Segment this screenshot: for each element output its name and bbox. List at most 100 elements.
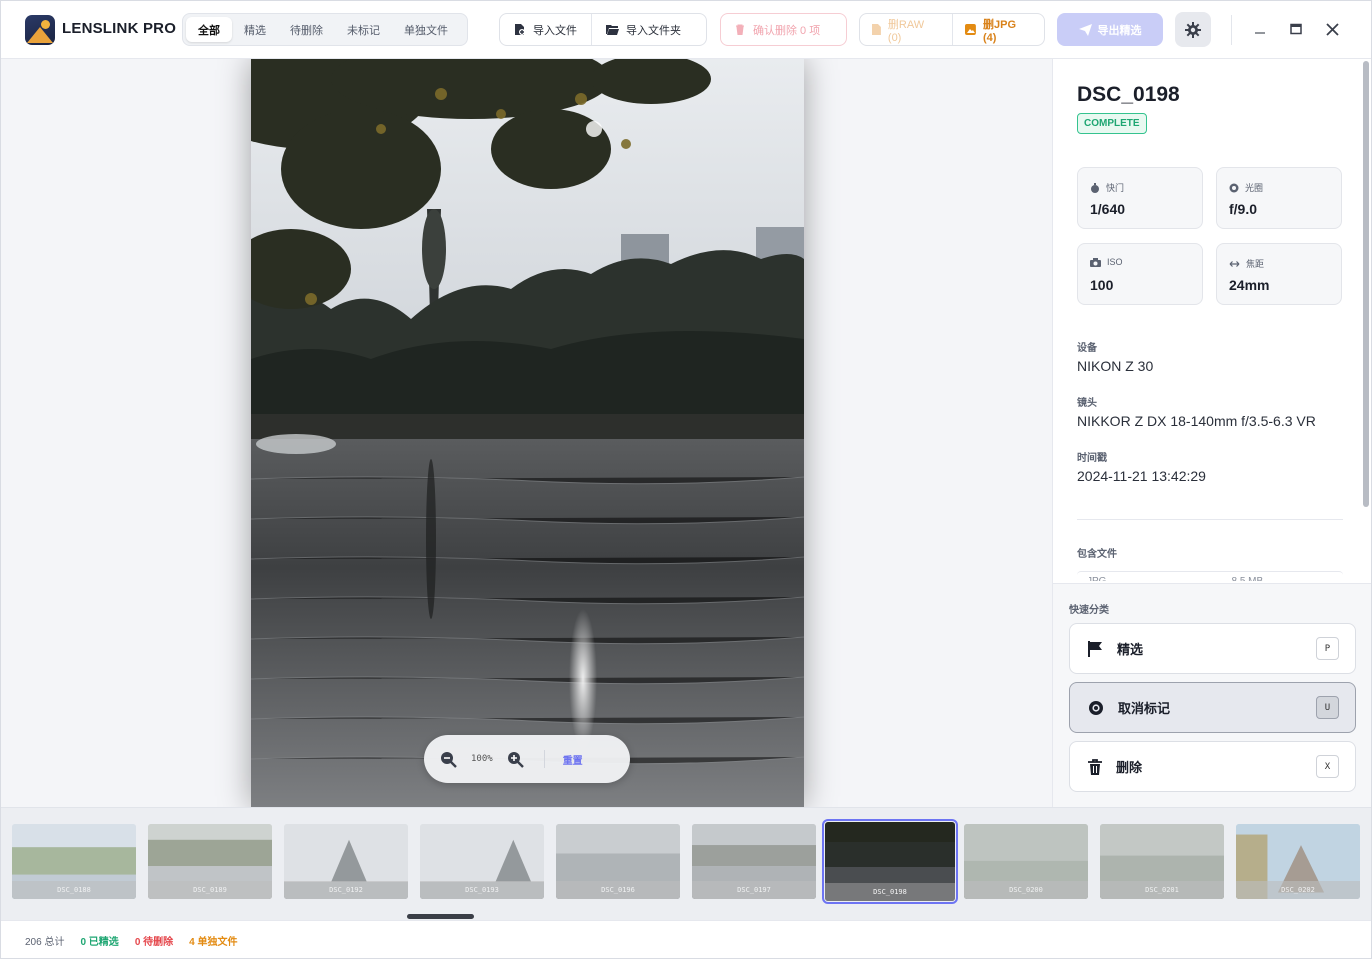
filter-tab-all[interactable]: 全部	[186, 17, 232, 42]
quick-classify: 快速分类 精选 P 取消标记 U 删除 X	[1053, 583, 1371, 807]
thumbnail[interactable]: DSC_0201	[1100, 824, 1224, 899]
iso-value: 100	[1090, 277, 1114, 293]
thumbnail-image	[148, 824, 272, 899]
thumbnail-image	[556, 824, 680, 899]
shutter-label: 快门	[1106, 183, 1125, 193]
status-bar: 206 总计 0 已精选 0 待删除 4 单独文件	[1, 920, 1371, 958]
files-label: 包含文件	[1077, 549, 1117, 560]
raw-file-icon	[872, 24, 881, 35]
filter-tab-picked[interactable]: 精选	[232, 17, 278, 42]
import-group: 导入文件 导入文件夹	[499, 13, 707, 46]
thumbnail[interactable]: DSC_0192	[284, 824, 408, 899]
thumbnail-image	[692, 824, 816, 899]
thumbnail-image	[1100, 824, 1224, 899]
iso-card: ISO 100	[1077, 243, 1203, 305]
files-list-item: JPG 8.5 MB	[1077, 571, 1343, 581]
delete-jpg-button[interactable]: 删JPG (4)	[952, 14, 1044, 45]
radio-dot-icon	[1089, 700, 1103, 715]
app-logo	[25, 15, 55, 45]
filmstrip-scrollbar[interactable]	[407, 914, 474, 919]
thumbnail[interactable]: DSC_0200	[964, 824, 1088, 899]
shutter-value: 1/640	[1090, 201, 1126, 217]
gear-icon	[1185, 21, 1201, 38]
zoom-in-icon[interactable]	[507, 751, 524, 768]
unmark-shortcut: U	[1316, 696, 1339, 719]
details-divider	[1077, 519, 1343, 520]
maximize-button[interactable]	[1288, 21, 1304, 37]
delete-raw-label: 删RAW (0)	[887, 18, 925, 44]
filter-tab-to-delete[interactable]: 待删除	[278, 17, 335, 42]
delete-label: 删除	[1116, 760, 1143, 775]
aperture-value: f/9.0	[1229, 201, 1258, 217]
zoom-level: 100%	[471, 754, 493, 764]
main-photo[interactable]	[251, 59, 804, 807]
header-toolbar: LENSLINK PRO 全部 精选 待删除 未标记 单独文件 导入文件 导入文…	[1, 1, 1371, 59]
settings-button[interactable]	[1175, 12, 1211, 47]
photo-viewer[interactable]: 100% 重置	[1, 59, 1052, 807]
status-total: 206 总计	[25, 937, 65, 948]
minimize-button[interactable]	[1252, 21, 1268, 37]
thumbnail-selected[interactable]: DSC_0198	[822, 819, 958, 904]
close-button[interactable]	[1324, 21, 1340, 37]
thumbnail-label: DSC_0189	[148, 881, 272, 899]
delete-button[interactable]: 删除 X	[1069, 741, 1356, 792]
status-single: 4 单独文件	[189, 937, 238, 948]
panel-scrollbar[interactable]	[1363, 61, 1369, 507]
import-folder-button[interactable]: 导入文件夹	[591, 14, 695, 45]
trash-icon	[1088, 758, 1102, 775]
pick-button[interactable]: 精选 P	[1069, 623, 1356, 674]
zoom-out-icon[interactable]	[440, 751, 457, 768]
confirm-delete-label: 确认删除 0 项	[753, 24, 821, 37]
minimize-icon	[1255, 32, 1265, 34]
import-folder-label: 导入文件夹	[626, 24, 681, 37]
unmark-label: 取消标记	[1118, 701, 1171, 716]
thumbnail-image	[420, 824, 544, 899]
delete-raw-button[interactable]: 删RAW (0)	[860, 14, 952, 45]
thumbnail-image	[12, 824, 136, 899]
focal-label: 焦距	[1246, 259, 1265, 269]
thumbnail-label: DSC_0198	[825, 883, 955, 901]
delete-jpg-label: 删JPG (4)	[983, 18, 1017, 44]
thumbnail-label: DSC_0202	[1236, 881, 1360, 899]
image-icon	[965, 24, 977, 35]
thumbnail[interactable]: DSC_0188	[12, 824, 136, 899]
iso-label: ISO	[1107, 257, 1123, 267]
aperture-label: 光圈	[1245, 183, 1264, 193]
lens-label: 镜头	[1077, 398, 1097, 409]
thumbnail[interactable]: DSC_0202	[1236, 824, 1360, 899]
app-name: LENSLINK PRO	[62, 20, 177, 37]
unmark-button[interactable]: 取消标记 U	[1069, 682, 1356, 733]
shutter-card: 快门 1/640	[1077, 167, 1203, 229]
stopwatch-icon	[1091, 182, 1099, 193]
thumbnail[interactable]: DSC_0197	[692, 824, 816, 899]
filter-tab-single[interactable]: 单独文件	[392, 17, 460, 42]
filter-tab-unmarked[interactable]: 未标记	[335, 17, 392, 42]
export-picked-label: 导出精选	[1097, 24, 1142, 37]
thumbnail-label: DSC_0201	[1100, 881, 1224, 899]
folder-open-icon	[606, 25, 619, 35]
thumbnail-label: DSC_0193	[420, 881, 544, 899]
maximize-icon	[1290, 23, 1302, 35]
lake-photo-image	[251, 59, 804, 807]
camera-icon	[1090, 257, 1101, 267]
delete-shortcut: X	[1316, 755, 1339, 778]
zoom-reset-button[interactable]: 重置	[563, 752, 583, 767]
zoom-divider	[543, 750, 545, 768]
close-icon	[1325, 22, 1339, 36]
status-badge: COMPLETE	[1077, 113, 1147, 134]
filter-tabs: 全部 精选 待删除 未标记 单独文件	[182, 13, 468, 46]
confirm-delete-button[interactable]: 确认删除 0 项	[720, 13, 847, 46]
thumbnail-image	[1236, 824, 1360, 899]
thumbnail[interactable]: DSC_0193	[420, 824, 544, 899]
export-picked-button[interactable]: 导出精选	[1057, 13, 1163, 46]
timestamp-label: 时间戳	[1077, 453, 1107, 464]
import-files-button[interactable]: 导入文件	[500, 14, 591, 45]
pick-shortcut: P	[1316, 637, 1339, 660]
thumbnail[interactable]: DSC_0189	[148, 824, 272, 899]
details-panel: DSC_0198 COMPLETE 快门 1/640 光圈 f/9.0 ISO …	[1052, 59, 1371, 807]
thumbnail-image	[964, 824, 1088, 899]
thumbnail[interactable]: DSC_0196	[556, 824, 680, 899]
header-divider	[1231, 15, 1232, 45]
thumbnail-label: DSC_0188	[12, 881, 136, 899]
aperture-card: 光圈 f/9.0	[1216, 167, 1342, 229]
